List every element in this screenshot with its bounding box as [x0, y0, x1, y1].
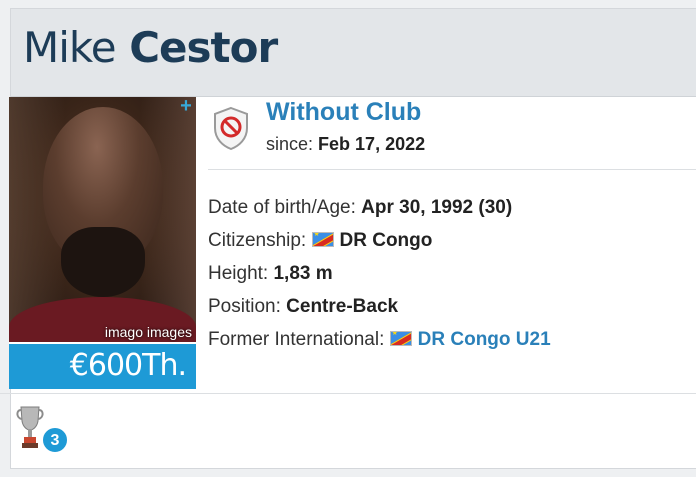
trophy-count-badge[interactable]: 3: [42, 427, 68, 453]
height-value: 1,83 m: [273, 263, 333, 284]
dob-label: Date of birth/Age:: [208, 197, 356, 218]
citizenship-label: Citizenship:: [208, 230, 307, 251]
former-international-row: Former International: DR Congo U21: [208, 329, 551, 351]
player-photo[interactable]: + imago images: [9, 97, 196, 342]
height-label: Height:: [208, 263, 269, 284]
position-label: Position:: [208, 296, 281, 317]
player-last-name: Cestor: [129, 23, 278, 72]
former-international-link[interactable]: DR Congo U21: [418, 329, 551, 350]
citizenship-value: DR Congo: [339, 230, 433, 251]
footer-divider: [0, 393, 696, 394]
dob-value: Apr 30, 1992 (30): [361, 197, 513, 218]
market-value-box[interactable]: €600Th.: [9, 342, 196, 389]
market-value[interactable]: €600Th.: [70, 348, 187, 383]
player-first-name: Mike: [23, 23, 117, 72]
trophy-icon[interactable]: [15, 403, 45, 451]
dr-congo-flag-icon: [311, 232, 334, 247]
player-header: Mike Cestor: [11, 9, 696, 97]
former-international-label: Former International:: [208, 329, 385, 350]
since-date: Feb 17, 2022: [318, 134, 426, 154]
citizenship-row: Citizenship: DR Congo: [208, 230, 432, 252]
beard-shape: [61, 227, 145, 297]
since-label: since:: [266, 134, 314, 154]
divider: [208, 169, 696, 170]
club-name-link[interactable]: Without Club: [266, 98, 421, 127]
position-value: Centre-Back: [286, 296, 399, 317]
plus-icon[interactable]: +: [179, 97, 193, 116]
position-row: Position: Centre-Back: [208, 296, 398, 318]
photo-credit: imago images: [104, 324, 192, 340]
dob-row: Date of birth/Age: Apr 30, 1992 (30): [208, 197, 512, 219]
club-since: since: Feb 17, 2022: [266, 134, 425, 155]
dr-congo-flag-icon: [389, 331, 412, 346]
height-row: Height: 1,83 m: [208, 263, 333, 285]
player-name: Mike Cestor: [23, 23, 278, 72]
no-club-shield-icon: [214, 106, 248, 150]
